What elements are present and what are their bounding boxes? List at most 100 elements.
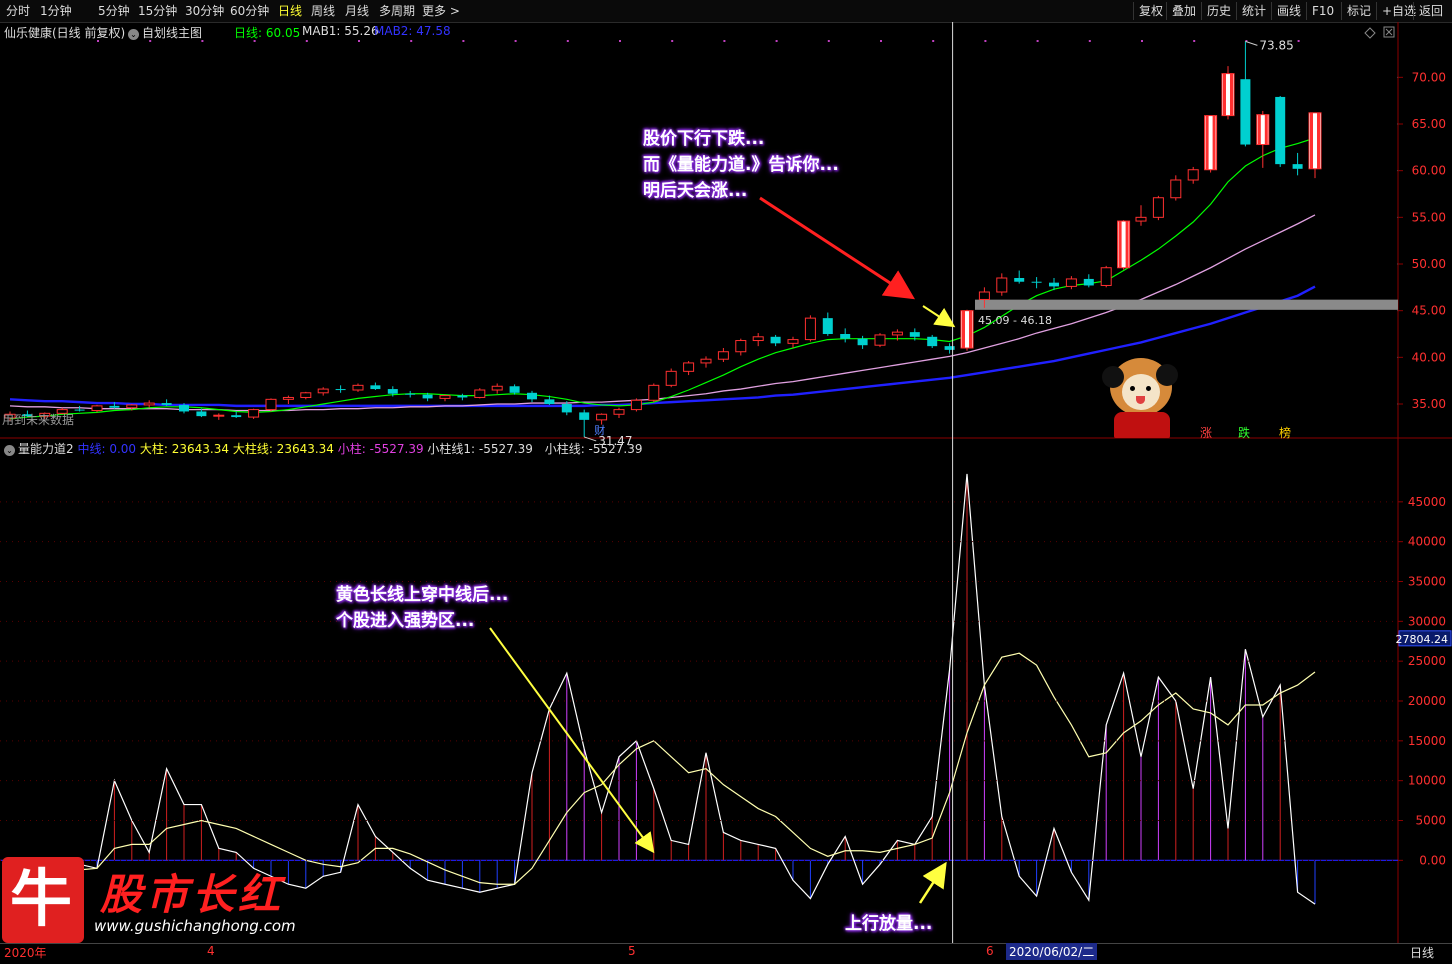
candle-body (1014, 278, 1025, 282)
candle-stripe (1257, 114, 1261, 145)
candle-body (787, 339, 799, 344)
indicator-tick-label: 45000 (1408, 495, 1446, 509)
price-tick-label: 55.00 (1412, 210, 1446, 224)
future-data-label: 用到未来数据 (2, 412, 74, 427)
month-6-label: 6 (986, 944, 994, 958)
signal-dot (514, 40, 517, 42)
candle-stripe (1212, 115, 1216, 170)
signal-dot (305, 40, 308, 42)
candle-body (387, 389, 398, 394)
candle-stripe (1264, 114, 1268, 145)
candle-body (544, 399, 555, 404)
candle-body (457, 395, 468, 398)
indicator-tick-label: 30000 (1408, 614, 1446, 628)
finance-marker: 财 (594, 423, 605, 437)
support-band (975, 299, 1398, 310)
candle-body (978, 291, 990, 300)
month-4-label: 4 (207, 944, 215, 958)
price-note-line: 股价下行下跌... (643, 129, 765, 149)
candle-body (265, 398, 277, 411)
candle-stripe (962, 310, 965, 348)
logo-url: www.gushichanghong.com (94, 917, 296, 935)
candle-body (509, 386, 520, 393)
price-tick-label: 35.00 (1412, 397, 1446, 411)
signal-dot (775, 40, 778, 42)
time-axis-bar (0, 943, 1452, 964)
candle-body (1135, 216, 1147, 222)
candle-body (561, 404, 572, 413)
indicator-tick-label: 20000 (1408, 694, 1446, 708)
die-tag[interactable]: 跌 (1238, 424, 1250, 441)
candle-body (300, 392, 312, 398)
signal-dot (1193, 40, 1196, 42)
yellow-note-line: 个股进入强势区... (336, 611, 475, 631)
candle-body (596, 413, 608, 421)
year-label: 2020年 (4, 946, 47, 960)
candle-body (1031, 281, 1042, 283)
candle-body (717, 351, 729, 360)
signal-dot (201, 40, 204, 42)
zhang-tag[interactable]: 涨 (1200, 424, 1212, 441)
candle-body (752, 336, 764, 342)
candle-body (665, 370, 677, 386)
candle-body (370, 385, 381, 390)
price-note-line: 明后天会涨... (643, 181, 748, 201)
signal-dot (932, 40, 935, 42)
candle-stripe (1310, 112, 1313, 169)
candle-body (352, 384, 364, 391)
candle-body (579, 412, 590, 420)
signal-dot (619, 40, 621, 42)
candle-body (700, 358, 712, 364)
candle-body (74, 409, 85, 411)
signal-dot (358, 40, 360, 42)
bottom-period[interactable]: 日线 (1410, 944, 1434, 961)
price-tick-label: 60.00 (1412, 164, 1446, 178)
candle-body (213, 414, 225, 417)
small-bar-line (9, 473, 1316, 905)
candle-body (439, 395, 451, 399)
candle-body (891, 331, 903, 336)
candle-body (91, 405, 103, 412)
yellow-arrow-price (922, 305, 956, 328)
signal-dot (827, 40, 830, 42)
candle-stripe (1125, 221, 1129, 268)
candle-body (231, 415, 242, 418)
yellow-note-line: 黄色长线上穿中线后... (336, 585, 509, 605)
price-tick-label: 70.00 (1412, 70, 1446, 84)
candle-body (770, 336, 781, 344)
candle-stripe (1230, 73, 1233, 116)
logo-name: 股市长红 (100, 870, 285, 919)
indicator-tick-label: 25000 (1408, 654, 1446, 668)
price-tick-label: 50.00 (1412, 257, 1446, 271)
candle-body (196, 411, 207, 417)
yellow-note: 黄色长线上穿中线后... 个股进入强势区... (336, 582, 508, 634)
signal-dot (723, 40, 726, 42)
price-tick-label: 65.00 (1412, 117, 1446, 131)
watermark-logo: 牛 股市长红 www.gushichanghong.com (0, 855, 300, 945)
dog-sticker (1100, 356, 1180, 438)
signal-dot (253, 40, 256, 42)
candle-body (874, 334, 886, 346)
candle-body (161, 403, 172, 405)
high-marker-label: 73.85 (1259, 38, 1293, 52)
candle-body (109, 405, 120, 408)
candle-body (317, 388, 329, 394)
bang-tag[interactable]: 榜 (1279, 424, 1291, 441)
candle-body (179, 404, 189, 412)
signal-dot (1088, 40, 1091, 42)
candle-body (735, 340, 747, 353)
signal-dot (1141, 40, 1143, 42)
candle-body (405, 393, 416, 395)
candle-body (648, 384, 660, 401)
logo-char: 牛 (10, 862, 73, 935)
candle-body (857, 338, 868, 346)
candle-body (1292, 164, 1303, 169)
signal-dot (984, 40, 987, 42)
candle-body (840, 334, 851, 339)
range-label: 45.09 - 46.18 (978, 314, 1052, 327)
candle-body (1170, 179, 1182, 199)
red-arrow (759, 196, 916, 300)
indicator-tick-label: 5000 (1415, 814, 1446, 828)
candle-body (1049, 282, 1059, 287)
signal-dot (410, 40, 413, 42)
